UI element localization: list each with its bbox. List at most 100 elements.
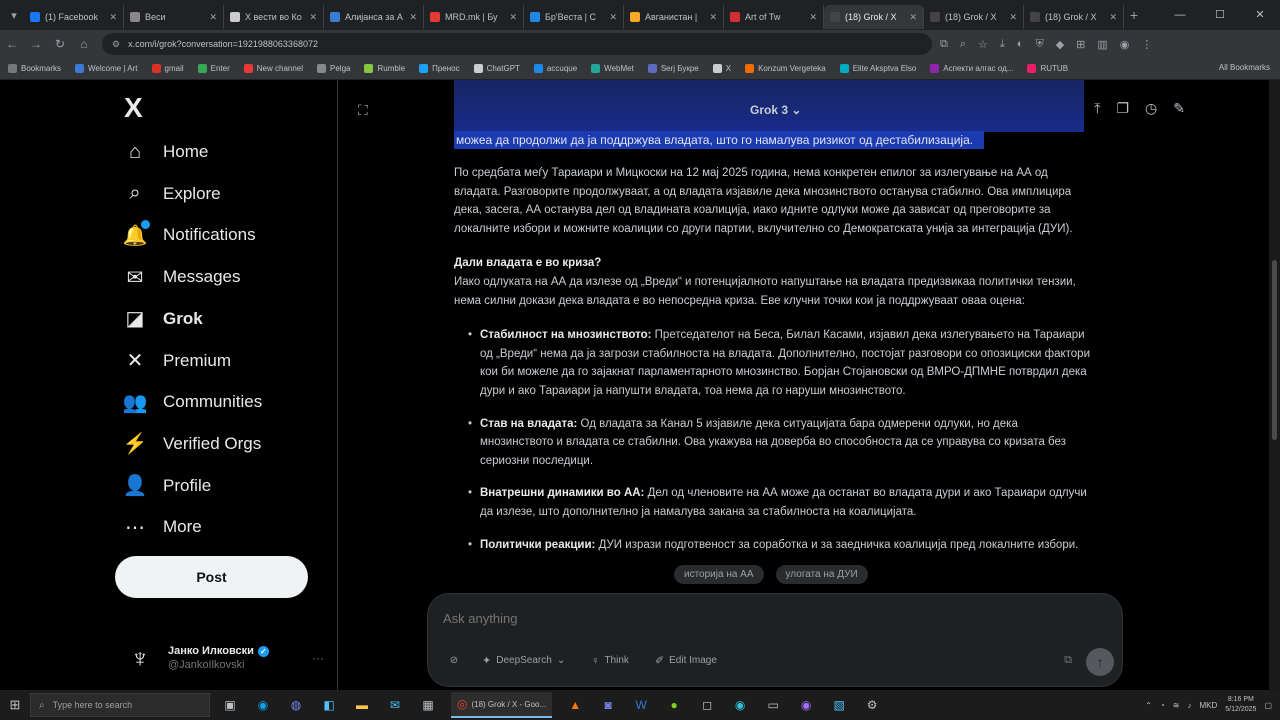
notifications-center-icon[interactable]: ▢	[1264, 701, 1272, 710]
bookmark-item[interactable]: Bookmarks	[8, 64, 61, 73]
nav-item-premium[interactable]: ✕ Premium	[122, 343, 231, 379]
model-options-icon[interactable]: ⧉	[1064, 654, 1072, 667]
url-field[interactable]: ⚙ x.com/i/grok?conversation=192198806336…	[102, 33, 932, 55]
chrome-menu-icon[interactable]: ⋮	[1141, 38, 1152, 51]
ask-input[interactable]	[443, 611, 1063, 626]
zoom-icon[interactable]: ⌕	[960, 38, 966, 51]
word-icon[interactable]: W	[631, 695, 651, 715]
tab-close-icon[interactable]: ✕	[109, 12, 117, 23]
sidebar-icon[interactable]: ▥	[1097, 38, 1107, 51]
translate-icon[interactable]: ⧉	[940, 38, 948, 51]
app-store-icon[interactable]: ◻	[697, 695, 717, 715]
tray-chevron-icon[interactable]: ⌃	[1145, 701, 1152, 710]
browser-tab[interactable]: (18) Grok / X ✕	[824, 5, 924, 29]
new-tab-button[interactable]: +	[1124, 7, 1144, 23]
tab-close-icon[interactable]: ✕	[1009, 12, 1017, 23]
taskbar-app-chrome[interactable]: ◎ (18) Grok / X - Goo...	[451, 692, 553, 718]
tab-close-icon[interactable]: ✕	[409, 12, 417, 23]
network-icon[interactable]: ◔	[1160, 701, 1165, 710]
edge-icon[interactable]: ◉	[253, 695, 273, 715]
nav-item-communities[interactable]: 👥 Communities	[122, 384, 263, 420]
settings-icon[interactable]: ⚙	[862, 695, 882, 715]
windows-start-icon[interactable]: ⊞	[0, 697, 30, 713]
edge2-icon[interactable]: ◉	[730, 695, 750, 715]
browser-tab[interactable]: MRD.mk | Бу ✕	[424, 5, 524, 29]
suggestion-chip[interactable]: улогата на ДУИ	[775, 565, 868, 584]
reload-icon[interactable]: ↻	[48, 37, 72, 51]
bookmark-item[interactable]: Enter	[197, 64, 230, 73]
tab-close-icon[interactable]: ✕	[309, 12, 317, 23]
browser-tab[interactable]: Бр'Веста | С ✕	[524, 5, 624, 29]
suggestion-chip[interactable]: историја на АА	[674, 565, 764, 584]
maximize-icon[interactable]: ☐	[1200, 0, 1240, 30]
download-icon[interactable]: ⤓	[1000, 38, 1005, 51]
nav-item-explore[interactable]: ⌕ Explore	[122, 176, 220, 212]
browser-tab[interactable]: Х вести во Ко ✕	[224, 5, 324, 29]
attach-icon[interactable]: ⊘	[444, 651, 464, 671]
extension-green-icon[interactable]: ◆	[1056, 38, 1064, 51]
expand-icon[interactable]: ⛶	[358, 102, 368, 119]
edit-image-button[interactable]: ✐ Edit Image	[647, 650, 725, 671]
extension-icon[interactable]: ◐	[1017, 38, 1024, 51]
greenapp-icon[interactable]: ●	[664, 695, 684, 715]
nav-item-more[interactable]: ⋯ More	[122, 509, 202, 545]
bookmark-item[interactable]: gmail	[151, 64, 184, 73]
folder-icon[interactable]: ▬	[352, 695, 372, 715]
bookmark-item[interactable]: Serj Букре	[647, 64, 699, 73]
bookmark-item[interactable]: Аспекти алгас од...	[930, 64, 1013, 73]
puzzle-icon[interactable]: ⊞	[1076, 38, 1085, 51]
browser-tab[interactable]: Art of Tw ✕	[724, 5, 824, 29]
account-switcher[interactable]: ♆ Јанко Илковски ✓ @JankoIlkovski ···	[124, 638, 324, 678]
nav-item-grok[interactable]: ◪ Grok	[122, 301, 203, 337]
nav-item-verified-orgs[interactable]: ⚡ Verified Orgs	[122, 426, 262, 462]
calculator-icon[interactable]: ▦	[418, 695, 438, 715]
clock[interactable]: 8:16 PM 5/12/2025	[1225, 695, 1256, 715]
terminal-icon[interactable]: ▭	[763, 695, 783, 715]
browser-tab[interactable]: (18) Grok / X ✕	[924, 5, 1024, 29]
history-icon[interactable]: ◷	[1145, 100, 1157, 117]
mail-icon[interactable]: ✉	[385, 695, 405, 715]
new-chat-icon[interactable]: ✎	[1173, 100, 1185, 117]
tab-close-icon[interactable]: ✕	[609, 12, 617, 23]
tab-close-icon[interactable]: ✕	[709, 12, 717, 23]
shield-icon[interactable]: ⛨	[1035, 38, 1043, 51]
bookmark-item[interactable]: Konzum Vergeteka	[745, 64, 826, 73]
bookmark-item[interactable]: RUTUB	[1027, 64, 1068, 73]
nav-item-notifications[interactable]: 🔔 Notifications	[122, 217, 256, 253]
think-button[interactable]: ♀ Think	[583, 651, 637, 671]
bookmark-item[interactable]: Пренос	[419, 64, 460, 73]
tab-close-icon[interactable]: ✕	[509, 12, 517, 23]
nav-item-home[interactable]: ⌂ Home	[122, 134, 208, 170]
store-icon[interactable]: ◧	[319, 695, 339, 715]
all-bookmarks[interactable]: All Bookmarks	[1219, 63, 1270, 72]
bookmark-item[interactable]: accuque	[533, 64, 577, 73]
vlc-icon[interactable]: ▲	[565, 695, 585, 715]
bookmark-item[interactable]: Elite Aksptva Elso	[839, 64, 916, 73]
nav-item-messages[interactable]: ✉ Messages	[122, 259, 241, 295]
bookmark-item[interactable]: X	[712, 64, 731, 73]
minimize-icon[interactable]: —	[1160, 0, 1200, 30]
purple-app-icon[interactable]: ◉	[796, 695, 816, 715]
taskbar-search[interactable]: ⌕ Type here to search	[30, 693, 210, 717]
app-icon[interactable]: ◍	[286, 695, 306, 715]
send-button[interactable]: ↑	[1086, 648, 1114, 676]
deepsearch-button[interactable]: ✦ DeepSearch ⌄	[474, 650, 573, 671]
task-view-icon[interactable]: ▣	[220, 695, 240, 715]
teams-icon[interactable]: ◙	[598, 695, 618, 715]
tab-close-icon[interactable]: ✕	[909, 12, 917, 23]
tab-close-icon[interactable]: ✕	[1109, 12, 1117, 23]
bookmark-item[interactable]: WebMet	[591, 64, 634, 73]
post-button[interactable]: Post	[115, 556, 308, 598]
page-scrollbar[interactable]	[1269, 80, 1280, 690]
browser-tab[interactable]: Алијанса за А ✕	[324, 5, 424, 29]
tab-search-icon[interactable]: ▾	[4, 5, 24, 25]
volume-icon[interactable]: ♪	[1188, 701, 1192, 710]
site-info-icon[interactable]: ⚙	[112, 39, 120, 50]
forward-icon[interactable]: →	[24, 37, 48, 51]
x-logo-icon[interactable]: X	[124, 92, 143, 124]
bookmark-item[interactable]: New channel	[243, 64, 303, 73]
bookmark-star-icon[interactable]: ☆	[978, 38, 988, 51]
bookmark-item[interactable]: Pelga	[317, 64, 350, 73]
browser-tab[interactable]: Авганистан | ✕	[624, 5, 724, 29]
close-window-icon[interactable]: ✕	[1240, 0, 1280, 30]
